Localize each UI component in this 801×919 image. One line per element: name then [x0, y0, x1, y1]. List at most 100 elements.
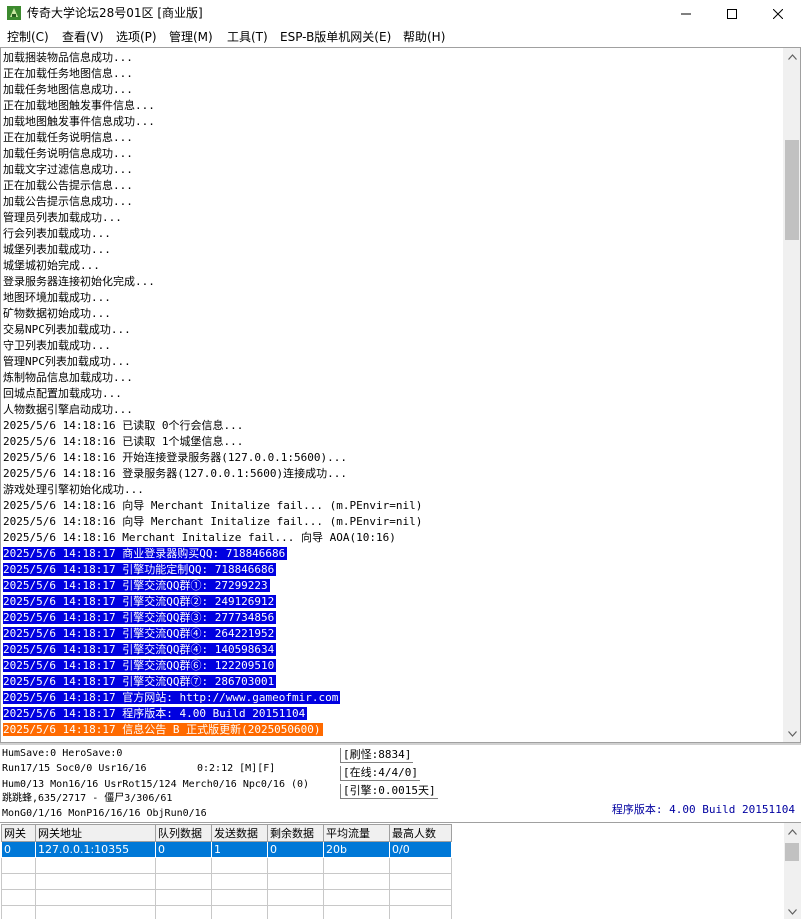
col-avg-traffic[interactable]: 平均流量 [323, 824, 390, 842]
log-line: 2025/5/6 14:18:16 开始连接登录服务器(127.0.0.1:56… [3, 450, 781, 466]
grid-scroll-up-button[interactable] [784, 823, 801, 840]
cell-queue: 0 [155, 841, 212, 858]
table-row[interactable]: 0 127.0.0.1:10355 0 1 0 20b 0/0 [1, 841, 452, 858]
log-line: 2025/5/6 14:18:16 向导 Merchant Initalize … [3, 498, 781, 514]
log-line: 正在加载任务地图信息... [3, 66, 781, 82]
title-bar: 传奇大学论坛28号01区 [商业版] [0, 0, 801, 27]
log-line: 2025/5/6 14:18:17 引擎交流QQ群④: 264221952 [3, 626, 781, 642]
scroll-down-button[interactable] [784, 725, 800, 742]
status-counters: Hum0/13 Mon16/16 UsrRot15/124 Merch0/16 … [2, 779, 310, 790]
log-line: 城堡列表加载成功... [3, 242, 781, 258]
table-row-empty [1, 905, 452, 919]
log-line-text: 2025/5/6 14:18:17 官方网站: http://www.gameo… [3, 691, 341, 704]
menu-esp-gateway[interactable]: ESP-B版单机网关(E) [280, 29, 391, 45]
log-line-text: 2025/5/6 14:18:16 向导 Merchant Initalize … [3, 515, 423, 528]
cell-remaining: 0 [267, 841, 324, 858]
log-line: 正在加载地图触发事件信息... [3, 98, 781, 114]
col-sent[interactable]: 发送数据 [211, 824, 268, 842]
log-line-text: 2025/5/6 14:18:17 程序版本: 4.00 Build 20151… [3, 707, 308, 720]
log-line: 2025/5/6 14:18:17 引擎交流QQ群②: 249126912 [3, 594, 781, 610]
grid-scrollbar[interactable] [784, 823, 801, 919]
log-line-text: 2025/5/6 14:18:17 引擎交流QQ群④: 264221952 [3, 627, 277, 640]
log-line-text: 2025/5/6 14:18:17 引擎功能定制QQ: 718846686 [3, 563, 277, 576]
log-line-text: 游戏处理引擎初始化成功... [3, 483, 144, 496]
grid-scroll-down-button[interactable] [784, 903, 801, 919]
table-row-empty [1, 889, 452, 906]
log-line: 正在加载公告提示信息... [3, 178, 781, 194]
app-icon[interactable] [6, 5, 22, 21]
log-line-text: 正在加载任务说明信息... [3, 131, 133, 144]
log-line-text: 2025/5/6 14:18:17 信息公告 B 正式版更新(202505060… [3, 723, 323, 736]
log-line: 矿物数据初始成功... [3, 306, 781, 322]
log-line: 2025/5/6 14:18:17 引擎交流QQ群④: 140598634 [3, 642, 781, 658]
log-line-text: 地图环境加载成功... [3, 291, 111, 304]
status-save: HumSave:0 HeroSave:0 [2, 748, 123, 759]
scroll-up-button[interactable] [784, 48, 800, 65]
col-remaining[interactable]: 剩余数据 [267, 824, 324, 842]
log-line: 2025/5/6 14:18:17 引擎交流QQ群③: 277734856 [3, 610, 781, 626]
status-panel: HumSave:0 HeroSave:0 Run17/15 Soc0/0 Usr… [0, 743, 801, 821]
log-line: 登录服务器连接初始化完成... [3, 274, 781, 290]
log-line: 加载任务地图信息成功... [3, 82, 781, 98]
log-line-text: 城堡城初始完成... [3, 259, 100, 272]
log-line: 加载捆装物品信息成功... [3, 50, 781, 66]
log-scrollbar[interactable] [783, 48, 800, 742]
close-button[interactable] [755, 0, 801, 27]
log-line: 加载地图触发事件信息成功... [3, 114, 781, 130]
log-line-text: 炼制物品信息加载成功... [3, 371, 133, 384]
log-line-text: 加载捆装物品信息成功... [3, 51, 133, 64]
log-line: 城堡城初始完成... [3, 258, 781, 274]
log-line-text: 2025/5/6 14:18:17 引擎交流QQ群④: 140598634 [3, 643, 277, 656]
log-line: 管理NPC列表加载成功... [3, 354, 781, 370]
log-line-text: 矿物数据初始成功... [3, 307, 111, 320]
log-panel[interactable]: 加载捆装物品信息成功... 正在加载任务地图信息... 加载任务地图信息成功... 正… [0, 47, 801, 743]
log-line: 回城点配置加载成功... [3, 386, 781, 402]
log-line-text: 2025/5/6 14:18:16 已读取 0个行会信息... [3, 419, 244, 432]
status-refresh: [刷怪:8834] [340, 748, 414, 763]
minimize-button[interactable] [663, 0, 709, 27]
menu-control[interactable]: 控制(C) [7, 29, 49, 45]
gateway-header-row: 网关 网关地址 队列数据 发送数据 剩余数据 平均流量 最高人数 [1, 824, 452, 842]
log-line: 2025/5/6 14:18:17 官方网站: http://www.gameo… [3, 690, 781, 706]
log-line: 正在加载任务说明信息... [3, 130, 781, 146]
log-line-text: 加载任务地图信息成功... [3, 83, 133, 96]
scroll-thumb[interactable] [785, 140, 799, 240]
log-line-text: 管理员列表加载成功... [3, 211, 122, 224]
col-queue[interactable]: 队列数据 [155, 824, 212, 842]
grid-scroll-thumb[interactable] [785, 843, 799, 861]
log-line-text: 交易NPC列表加载成功... [3, 323, 131, 336]
chevron-down-icon [788, 908, 797, 915]
gateway-grid[interactable]: 网关 网关地址 队列数据 发送数据 剩余数据 平均流量 最高人数 0 127.0… [0, 822, 801, 919]
cell-address: 127.0.0.1:10355 [35, 841, 156, 858]
log-line: 行会列表加载成功... [3, 226, 781, 242]
log-lines: 加载捆装物品信息成功... 正在加载任务地图信息... 加载任务地图信息成功... 正… [3, 50, 781, 738]
status-time: 0:2:12 [M][F] [197, 763, 276, 774]
col-address[interactable]: 网关地址 [35, 824, 156, 842]
table-row-empty [1, 873, 452, 890]
menu-help[interactable]: 帮助(H) [403, 29, 445, 45]
log-line-text: 2025/5/6 14:18:17 引擎交流QQ群⑦: 286703001 [3, 675, 277, 688]
log-line: 守卫列表加载成功... [3, 338, 781, 354]
log-line-text: 2025/5/6 14:18:16 开始连接登录服务器(127.0.0.1:56… [3, 451, 348, 464]
menu-view[interactable]: 查看(V) [62, 29, 104, 45]
status-run: Run17/15 Soc0/0 Usr16/16 [2, 763, 147, 774]
log-line: 炼制物品信息加载成功... [3, 370, 781, 386]
log-line: 2025/5/6 14:18:17 引擎交流QQ群⑥: 122209510 [3, 658, 781, 674]
maximize-button[interactable] [709, 0, 755, 27]
menu-options[interactable]: 选项(P) [116, 29, 157, 45]
col-gateway[interactable]: 网关 [1, 824, 36, 842]
menu-manage[interactable]: 管理(M) [169, 29, 213, 45]
log-line-text: 加载公告提示信息成功... [3, 195, 133, 208]
menu-tools[interactable]: 工具(T) [227, 29, 268, 45]
cell-avg-traffic: 20b [323, 841, 390, 858]
col-max-users[interactable]: 最高人数 [389, 824, 452, 842]
log-line-text: 2025/5/6 14:18:17 引擎交流QQ群⑥: 122209510 [3, 659, 277, 672]
log-line-text: 加载地图触发事件信息成功... [3, 115, 155, 128]
log-line: 管理员列表加载成功... [3, 210, 781, 226]
log-line-text: 登录服务器连接初始化完成... [3, 275, 155, 288]
status-online: [在线:4/4/0] [340, 766, 420, 781]
log-line: 加载公告提示信息成功... [3, 194, 781, 210]
log-line: 2025/5/6 14:18:16 登录服务器(127.0.0.1:5600)连… [3, 466, 781, 482]
log-line-text: 2025/5/6 14:18:17 引擎交流QQ群②: 249126912 [3, 595, 277, 608]
log-line: 人物数据引擎启动成功... [3, 402, 781, 418]
